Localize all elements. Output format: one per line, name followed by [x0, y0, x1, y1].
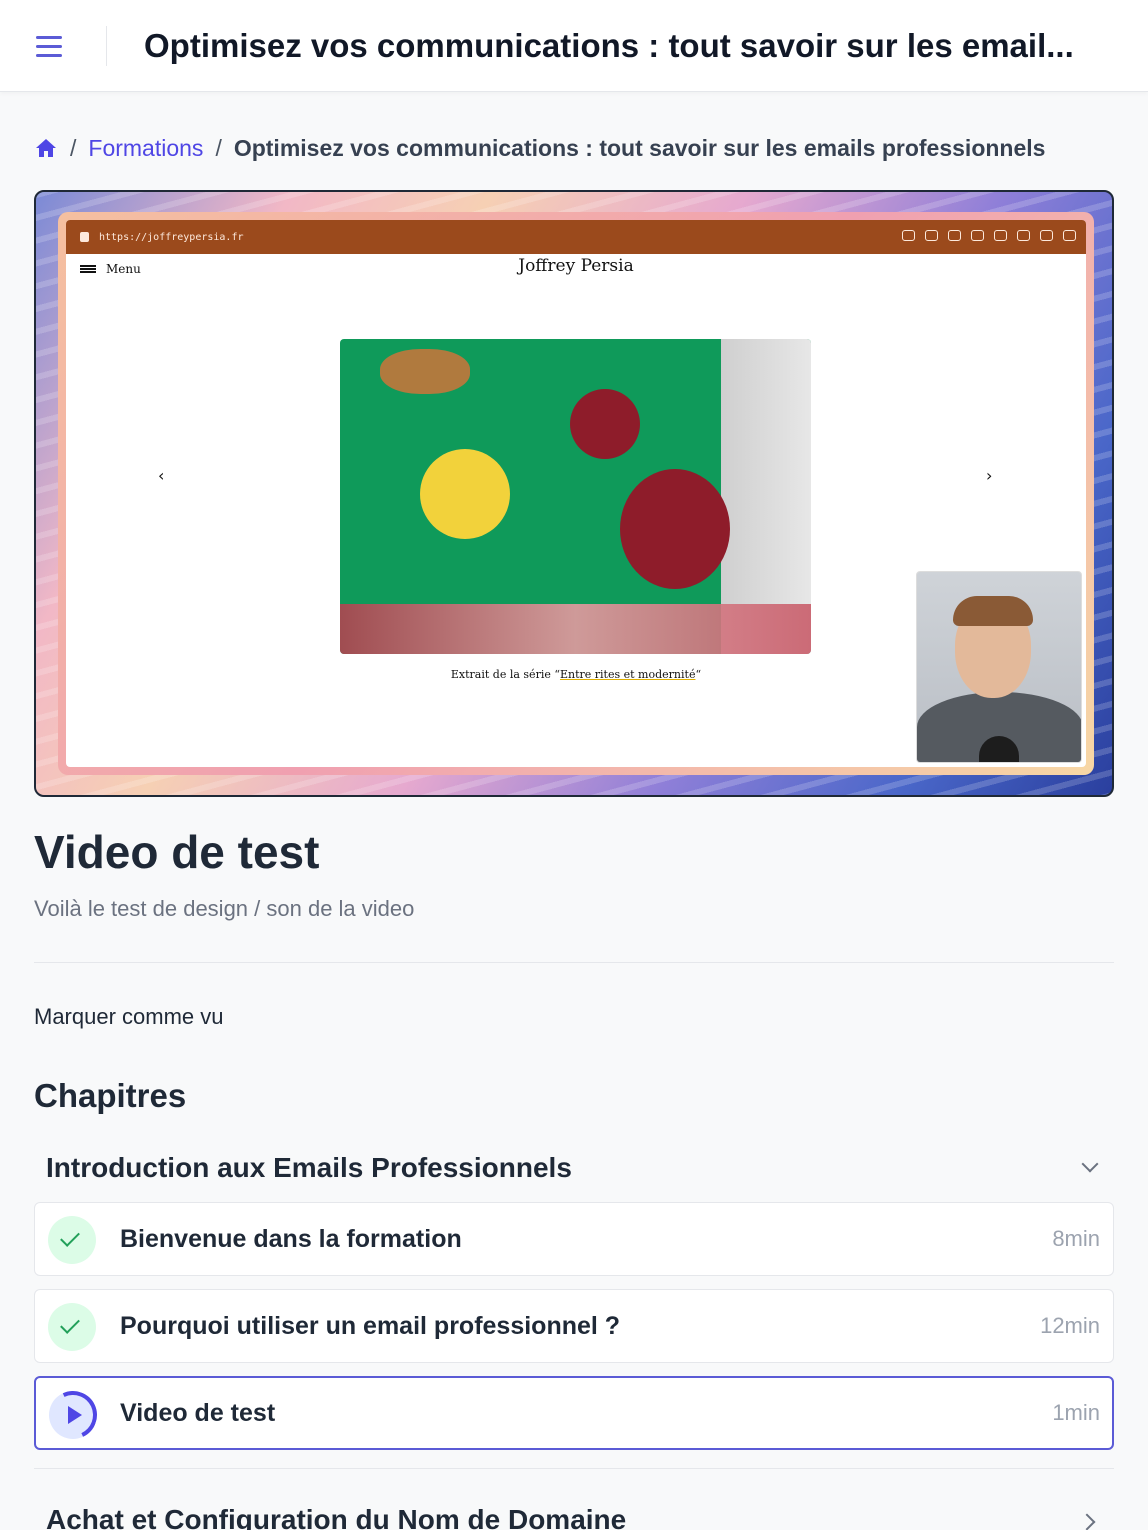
divider: [34, 962, 1114, 963]
video-photo: [340, 339, 811, 654]
breadcrumb-separator: /: [215, 134, 222, 161]
link-icon: [902, 230, 915, 241]
video-frame: https://joffreypersia.fr Menu Joffrey Pe…: [58, 212, 1094, 775]
video-url: https://joffreypersia.fr: [99, 231, 244, 243]
mark-as-seen-button[interactable]: Marquer comme vu: [34, 1003, 224, 1031]
lesson-item-duration: 1min: [1052, 1400, 1100, 1425]
check-icon: [60, 1314, 80, 1334]
extension-icon: [1040, 230, 1053, 241]
chevron-left-icon: ‹: [158, 466, 165, 485]
photo-dog: [380, 349, 470, 394]
site-nav: Menu Joffrey Persia: [66, 254, 1086, 284]
screenshot-icon: [925, 230, 938, 241]
webcam-overlay: [916, 571, 1082, 763]
webcam-hair: [953, 596, 1033, 626]
completed-status: [48, 1216, 96, 1264]
lesson-list-item[interactable]: Pourquoi utiliser un email professionnel…: [34, 1289, 1114, 1363]
lesson-item-duration: 8min: [1052, 1226, 1100, 1251]
hamburger-menu-icon[interactable]: [36, 30, 68, 62]
lesson-list-item[interactable]: Bienvenue dans la formation 8min: [34, 1202, 1114, 1276]
page-title: Optimisez vos communications : tout savo…: [144, 27, 1074, 64]
lesson-list-item-current[interactable]: Video de test 1min: [34, 1376, 1114, 1450]
breadcrumb: / Formations / Optimisez vos communicati…: [34, 132, 1045, 164]
caption-link: Entre rites et modernité: [559, 668, 696, 681]
lesson-description: Voilà le test de design / son de la vide…: [34, 896, 415, 921]
caption-prefix: Extrait de la série “: [450, 668, 560, 681]
completed-status: [48, 1303, 96, 1351]
top-bar: Optimisez vos communications : tout savo…: [0, 0, 1148, 92]
urlbar-icons: [902, 230, 1076, 241]
chapter-section-title[interactable]: Achat et Configuration du Nom de Domaine: [46, 1502, 626, 1530]
caption-suffix: “: [695, 668, 702, 681]
breadcrumb-current: Optimisez vos communications : tout savo…: [233, 134, 1046, 161]
photo-monk: [420, 449, 510, 539]
chevron-right-icon: ›: [986, 466, 993, 485]
play-icon: [68, 1406, 82, 1424]
globe-icon: [994, 230, 1007, 241]
divider: [34, 1468, 1114, 1469]
target-icon: [1017, 230, 1030, 241]
photo-monk: [620, 469, 730, 589]
photo-rug: [340, 604, 811, 654]
sidebar-icon: [1063, 230, 1076, 241]
lesson-item-duration: 12min: [1040, 1313, 1100, 1338]
chevron-right-icon[interactable]: [1078, 1513, 1096, 1530]
chapters-heading: Chapitres: [34, 1077, 187, 1114]
lesson-title: Video de test: [34, 826, 320, 878]
check-icon: [60, 1227, 80, 1247]
breadcrumb-link-formations[interactable]: Formations: [88, 135, 203, 162]
lock-icon: [80, 232, 89, 242]
photo-monk: [570, 389, 640, 459]
chevron-down-icon[interactable]: [1081, 1155, 1099, 1173]
window-icon: [971, 230, 984, 241]
chapter-section-title[interactable]: Introduction aux Emails Professionnels: [46, 1150, 572, 1186]
lesson-item-title: Video de test: [120, 1399, 276, 1427]
video-player[interactable]: https://joffreypersia.fr Menu Joffrey Pe…: [34, 190, 1114, 797]
lesson-item-title: Bienvenue dans la formation: [120, 1225, 462, 1253]
camera-icon: [948, 230, 961, 241]
video-screen: https://joffreypersia.fr Menu Joffrey Pe…: [66, 220, 1086, 767]
video-urlbar: https://joffreypersia.fr: [66, 220, 1086, 254]
divider: [106, 26, 107, 66]
site-name: Joffrey Persia: [518, 256, 634, 276]
lesson-item-title: Pourquoi utiliser un email professionnel…: [120, 1312, 621, 1340]
breadcrumb-separator: /: [70, 134, 77, 161]
current-status: [42, 1384, 104, 1446]
home-icon[interactable]: [34, 136, 58, 160]
